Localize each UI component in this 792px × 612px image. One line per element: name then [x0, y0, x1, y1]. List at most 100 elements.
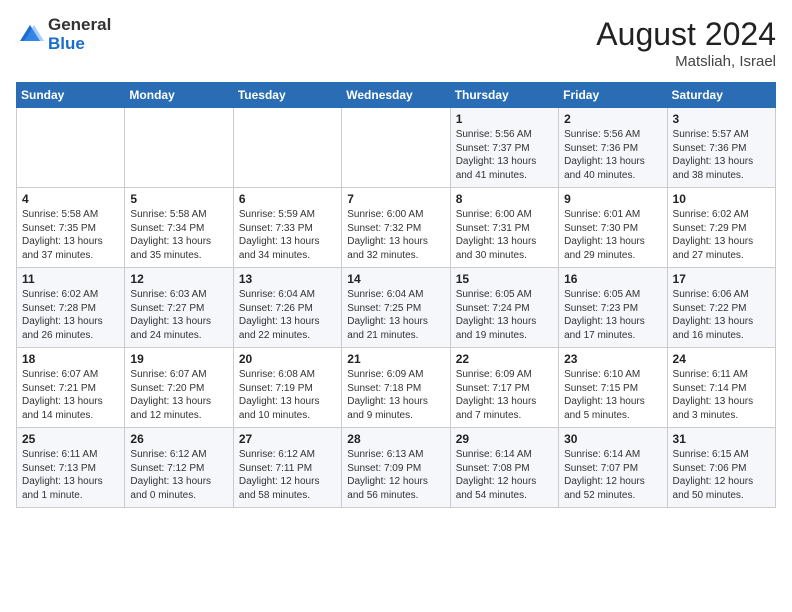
table-row: 31 Sunrise: 6:15 AM Sunset: 7:06 PM Dayli… — [667, 428, 775, 508]
table-row: 13 Sunrise: 6:04 AM Sunset: 7:26 PM Dayli… — [233, 268, 341, 348]
day-number: 22 — [456, 352, 553, 366]
logo-blue: Blue — [48, 35, 111, 54]
day-info: Sunrise: 5:56 AM Sunset: 7:36 PM Dayligh… — [564, 128, 661, 182]
day-number: 13 — [239, 272, 336, 286]
table-row: 4 Sunrise: 5:58 AM Sunset: 7:35 PM Daylig… — [17, 188, 125, 268]
table-row: 6 Sunrise: 5:59 AM Sunset: 7:33 PM Daylig… — [233, 188, 341, 268]
day-info: Sunrise: 5:58 AM Sunset: 7:34 PM Dayligh… — [130, 208, 227, 262]
calendar-table: Sunday Monday Tuesday Wednesday Thursday… — [16, 82, 776, 508]
calendar-body: 1Sunrise: 5:56 AM Sunset: 7:37 PM Daylig… — [17, 108, 776, 508]
day-info: Sunrise: 6:08 AM Sunset: 7:19 PM Dayligh… — [239, 368, 336, 422]
day-info: Sunrise: 5:59 AM Sunset: 7:33 PM Dayligh… — [239, 208, 336, 262]
day-info: Sunrise: 6:07 AM Sunset: 7:20 PM Dayligh… — [130, 368, 227, 422]
header-monday: Monday — [125, 83, 233, 108]
calendar-week-2: 4 Sunrise: 5:58 AM Sunset: 7:35 PM Daylig… — [17, 188, 776, 268]
day-number: 12 — [130, 272, 227, 286]
day-info: Sunrise: 5:57 AM Sunset: 7:36 PM Dayligh… — [673, 128, 770, 182]
day-info: Sunrise: 6:02 AM Sunset: 7:28 PM Dayligh… — [22, 288, 119, 342]
table-row: 16 Sunrise: 6:05 AM Sunset: 7:23 PM Dayli… — [559, 268, 667, 348]
table-row — [233, 108, 341, 188]
table-row: 20 Sunrise: 6:08 AM Sunset: 7:19 PM Dayli… — [233, 348, 341, 428]
day-info: Sunrise: 5:58 AM Sunset: 7:35 PM Dayligh… — [22, 208, 119, 262]
table-row: 24Sunrise: 6:11 AM Sunset: 7:14 PM Dayli… — [667, 348, 775, 428]
table-row — [17, 108, 125, 188]
day-number: 10 — [673, 192, 770, 206]
day-number: 23 — [564, 352, 661, 366]
page-header: General Blue August 2024 Matsliah, Israe… — [16, 16, 776, 70]
day-info: Sunrise: 6:11 AM Sunset: 7:14 PM Dayligh… — [673, 368, 770, 422]
day-info: Sunrise: 6:07 AM Sunset: 7:21 PM Dayligh… — [22, 368, 119, 422]
table-row: 12 Sunrise: 6:03 AM Sunset: 7:27 PM Dayli… — [125, 268, 233, 348]
day-number: 4 — [22, 192, 119, 206]
table-row: 15Sunrise: 6:05 AM Sunset: 7:24 PM Dayli… — [450, 268, 558, 348]
day-info: Sunrise: 6:15 AM Sunset: 7:06 PM Dayligh… — [673, 448, 770, 502]
day-info: Sunrise: 6:00 AM Sunset: 7:32 PM Dayligh… — [347, 208, 444, 262]
day-number: 30 — [564, 432, 661, 446]
day-info: Sunrise: 6:11 AM Sunset: 7:13 PM Dayligh… — [22, 448, 119, 502]
location: Matsliah, Israel — [596, 53, 776, 70]
logo-general: General — [48, 16, 111, 35]
table-row: 11Sunrise: 6:02 AM Sunset: 7:28 PM Dayli… — [17, 268, 125, 348]
header-tuesday: Tuesday — [233, 83, 341, 108]
header-sunday: Sunday — [17, 83, 125, 108]
header-thursday: Thursday — [450, 83, 558, 108]
calendar-week-3: 11Sunrise: 6:02 AM Sunset: 7:28 PM Dayli… — [17, 268, 776, 348]
header-friday: Friday — [559, 83, 667, 108]
header-row: Sunday Monday Tuesday Wednesday Thursday… — [17, 83, 776, 108]
day-number: 18 — [22, 352, 119, 366]
day-number: 28 — [347, 432, 444, 446]
table-row: 27Sunrise: 6:12 AM Sunset: 7:11 PM Dayli… — [233, 428, 341, 508]
table-row — [342, 108, 450, 188]
day-number: 8 — [456, 192, 553, 206]
table-row: 29Sunrise: 6:14 AM Sunset: 7:08 PM Dayli… — [450, 428, 558, 508]
day-info: Sunrise: 6:01 AM Sunset: 7:30 PM Dayligh… — [564, 208, 661, 262]
day-info: Sunrise: 6:02 AM Sunset: 7:29 PM Dayligh… — [673, 208, 770, 262]
day-info: Sunrise: 6:13 AM Sunset: 7:09 PM Dayligh… — [347, 448, 444, 502]
day-number: 15 — [456, 272, 553, 286]
day-info: Sunrise: 6:03 AM Sunset: 7:27 PM Dayligh… — [130, 288, 227, 342]
day-info: Sunrise: 6:00 AM Sunset: 7:31 PM Dayligh… — [456, 208, 553, 262]
table-row: 1Sunrise: 5:56 AM Sunset: 7:37 PM Daylig… — [450, 108, 558, 188]
day-info: Sunrise: 6:09 AM Sunset: 7:18 PM Dayligh… — [347, 368, 444, 422]
day-number: 31 — [673, 432, 770, 446]
table-row: 30 Sunrise: 6:14 AM Sunset: 7:07 PM Dayli… — [559, 428, 667, 508]
table-row: 21 Sunrise: 6:09 AM Sunset: 7:18 PM Dayli… — [342, 348, 450, 428]
title-block: August 2024 Matsliah, Israel — [596, 16, 776, 70]
day-number: 7 — [347, 192, 444, 206]
day-number: 14 — [347, 272, 444, 286]
day-info: Sunrise: 6:06 AM Sunset: 7:22 PM Dayligh… — [673, 288, 770, 342]
table-row: 7 Sunrise: 6:00 AM Sunset: 7:32 PM Daylig… — [342, 188, 450, 268]
table-row: 14 Sunrise: 6:04 AM Sunset: 7:25 PM Dayli… — [342, 268, 450, 348]
day-number: 2 — [564, 112, 661, 126]
table-row: 3Sunrise: 5:57 AM Sunset: 7:36 PM Daylig… — [667, 108, 775, 188]
table-row: 9Sunrise: 6:01 AM Sunset: 7:30 PM Daylig… — [559, 188, 667, 268]
day-info: Sunrise: 5:56 AM Sunset: 7:37 PM Dayligh… — [456, 128, 553, 182]
header-wednesday: Wednesday — [342, 83, 450, 108]
table-row: 10 Sunrise: 6:02 AM Sunset: 7:29 PM Dayli… — [667, 188, 775, 268]
table-row: 8 Sunrise: 6:00 AM Sunset: 7:31 PM Daylig… — [450, 188, 558, 268]
table-row: 22 Sunrise: 6:09 AM Sunset: 7:17 PM Dayli… — [450, 348, 558, 428]
day-number: 5 — [130, 192, 227, 206]
month-year: August 2024 — [596, 16, 776, 53]
day-info: Sunrise: 6:05 AM Sunset: 7:23 PM Dayligh… — [564, 288, 661, 342]
table-row: 17 Sunrise: 6:06 AM Sunset: 7:22 PM Dayli… — [667, 268, 775, 348]
day-number: 17 — [673, 272, 770, 286]
day-info: Sunrise: 6:10 AM Sunset: 7:15 PM Dayligh… — [564, 368, 661, 422]
day-number: 20 — [239, 352, 336, 366]
table-row — [125, 108, 233, 188]
day-info: Sunrise: 6:04 AM Sunset: 7:26 PM Dayligh… — [239, 288, 336, 342]
calendar-week-5: 25Sunrise: 6:11 AM Sunset: 7:13 PM Dayli… — [17, 428, 776, 508]
table-row: 28 Sunrise: 6:13 AM Sunset: 7:09 PM Dayli… — [342, 428, 450, 508]
day-number: 29 — [456, 432, 553, 446]
table-row: 25Sunrise: 6:11 AM Sunset: 7:13 PM Dayli… — [17, 428, 125, 508]
day-info: Sunrise: 6:04 AM Sunset: 7:25 PM Dayligh… — [347, 288, 444, 342]
day-number: 21 — [347, 352, 444, 366]
header-saturday: Saturday — [667, 83, 775, 108]
day-info: Sunrise: 6:12 AM Sunset: 7:11 PM Dayligh… — [239, 448, 336, 502]
day-number: 6 — [239, 192, 336, 206]
table-row: 23 Sunrise: 6:10 AM Sunset: 7:15 PM Dayli… — [559, 348, 667, 428]
day-info: Sunrise: 6:09 AM Sunset: 7:17 PM Dayligh… — [456, 368, 553, 422]
day-info: Sunrise: 6:14 AM Sunset: 7:07 PM Dayligh… — [564, 448, 661, 502]
day-number: 16 — [564, 272, 661, 286]
table-row: 5 Sunrise: 5:58 AM Sunset: 7:34 PM Daylig… — [125, 188, 233, 268]
